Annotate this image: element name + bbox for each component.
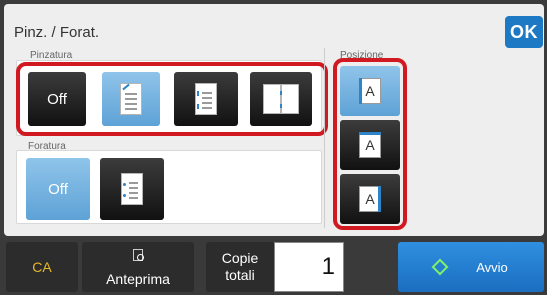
total-copies-label-line1: Copie [221,250,259,266]
preview-button[interactable]: Anteprima [82,242,194,292]
preview-icon [133,249,144,261]
start-label: Avvio [476,259,508,275]
punch-left-icon [121,173,143,205]
total-copies-label: Copie totali [206,242,274,292]
preview-label: Anteprima [106,271,170,287]
total-copies-label-line2: totali [225,267,255,283]
start-icon [431,258,449,276]
position-highlight-frame [333,58,407,230]
punching-off-button[interactable]: Off [26,158,90,220]
ok-button[interactable]: OK [505,16,543,48]
section-divider [324,48,325,228]
clear-all-button[interactable]: CA [6,242,78,292]
stapling-highlight-frame [16,62,328,136]
page-title: Pinz. / Forat. [14,24,100,41]
start-button[interactable]: Avvio [398,242,544,292]
punching-left-button[interactable] [100,158,164,220]
copies-count-field[interactable]: 1 [274,242,344,292]
punching-off-label: Off [48,180,68,198]
